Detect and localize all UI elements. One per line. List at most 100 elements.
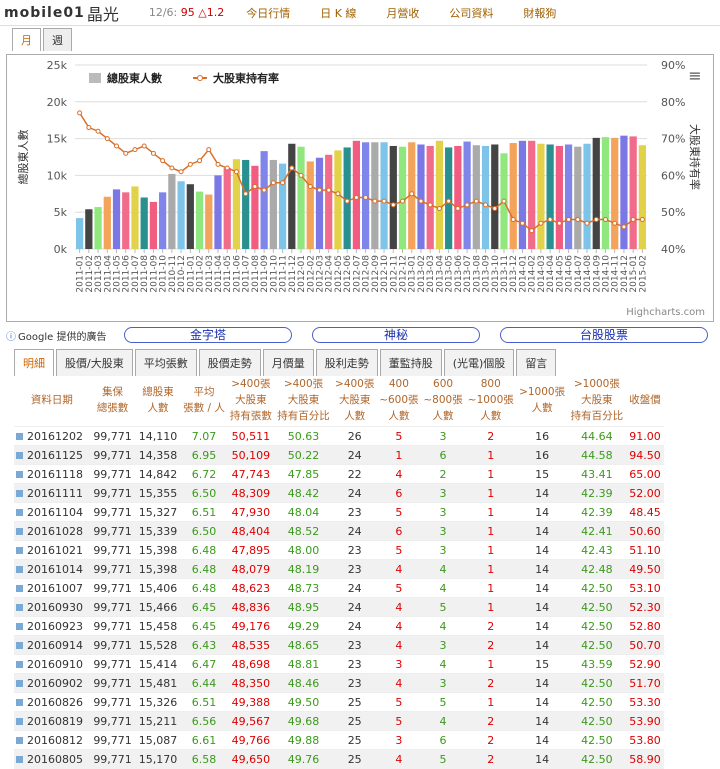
row-date: 20160819 (27, 714, 83, 728)
line-point (289, 165, 295, 171)
quote-change: △1.2 (198, 6, 225, 19)
table-cell: 53.10 (625, 578, 664, 598)
nav-link-0[interactable]: 今日行情 (246, 7, 290, 20)
row-date: 20161014 (27, 562, 83, 576)
table-cell: 48.45 (625, 502, 664, 522)
chart-credit: Highcharts.com (626, 307, 705, 318)
table-cell: 2 (465, 616, 517, 636)
line-point (612, 220, 618, 226)
column-header-4: >400張 大股東 持有張數 (229, 378, 272, 422)
detail-tab-1[interactable]: 股價/大股東 (56, 349, 133, 376)
site-logo[interactable]: mobile01 (4, 5, 85, 21)
detail-tab-4[interactable]: 月價量 (262, 349, 314, 376)
detail-tab-5[interactable]: 股利走勢 (315, 349, 378, 376)
detail-tab-0[interactable]: 明細 (14, 349, 54, 376)
table-cell: 14,842 (135, 464, 181, 484)
detail-tab-2[interactable]: 平均張數 (134, 349, 197, 376)
ad-link-2[interactable]: 神秘 (312, 327, 480, 343)
nav-link-1[interactable]: 日 K 線 (320, 7, 356, 20)
row-date: 20160805 (27, 752, 83, 766)
line-point (436, 206, 442, 212)
table-cell: 48,309 (227, 483, 275, 503)
stock-name: 晶光 (86, 4, 119, 24)
table-cell: 42.50 (567, 749, 626, 769)
line-point (114, 143, 120, 149)
table-cell: 49,388 (227, 692, 275, 712)
chart-container: 25k 90% 20k 80% 15k 70% 10k 60% 5k 50% 0k 40% 總股東人數大… (6, 54, 714, 322)
ad-link-3[interactable]: 台股股票 (500, 327, 708, 343)
chart-tab-0[interactable]: 月 (12, 28, 41, 51)
table-cell: 50.22 (274, 445, 333, 465)
table-row: 20161014 99,771 15,398 6.48 48,079 48.19 23 4 4 1… (14, 559, 664, 579)
table-cell: 15,355 (135, 483, 181, 503)
table-cell: 14 (516, 578, 568, 598)
y-tick-label: 10k (47, 169, 68, 182)
table-cell: 47,895 (227, 540, 275, 560)
table-cell: 6.50 (180, 483, 228, 503)
legend-bar-swatch (89, 73, 101, 83)
ad-link-1[interactable]: 金字塔 (124, 327, 292, 343)
table-cell: 53.80 (625, 730, 664, 750)
chart-tab-1[interactable]: 週 (43, 28, 72, 51)
column-header-3: 平均 張數 / 人 (183, 386, 225, 414)
bar (518, 140, 527, 249)
line-point (492, 206, 498, 212)
nav-link-4[interactable]: 財報狗 (523, 7, 556, 20)
holder-chart: 25k 90%20k 80%15k 70%10k 60%5k 50%0k 40%總股東人數大… (16, 59, 705, 318)
table-cell: 6.48 (180, 559, 228, 579)
detail-tab-3[interactable]: 股價走勢 (198, 349, 261, 376)
table-cell: 14 (516, 749, 568, 769)
table-cell: 2 (465, 673, 517, 693)
line-point (372, 198, 378, 204)
table-cell: 44.58 (567, 445, 626, 465)
table-cell: 49.29 (274, 616, 333, 636)
table-cell: 6.45 (180, 597, 228, 617)
table-cell: 6.56 (180, 711, 228, 731)
table-cell: 15,406 (135, 578, 181, 598)
table-cell: 16 (516, 426, 568, 446)
row-marker-icon (16, 566, 23, 573)
table-cell: 42.39 (567, 502, 626, 522)
table-cell: 99,771 (89, 635, 136, 655)
detail-tab-6[interactable]: 董監持股 (379, 349, 442, 376)
table-cell: 20160826 (14, 692, 90, 712)
table-cell: 42.50 (567, 692, 626, 712)
y2-axis-title: 大股東持有率 (688, 124, 702, 190)
y2-tick-label: 90% (661, 59, 685, 72)
bar (131, 186, 139, 249)
table-cell: 1 (465, 521, 517, 541)
table-cell: 3 (376, 654, 421, 674)
y2-tick-label: 80% (661, 96, 685, 109)
table-cell: 14 (516, 616, 568, 636)
row-marker-icon (16, 699, 23, 706)
line-point (243, 191, 249, 197)
table-cell: 99,771 (89, 692, 136, 712)
detail-tab-7[interactable]: (光電)個股 (443, 349, 515, 376)
row-date: 20161118 (27, 467, 83, 481)
line-point (353, 194, 359, 200)
table-cell: 51.10 (625, 540, 664, 560)
table-cell: 6.47 (180, 654, 228, 674)
table-cell: 99,771 (89, 597, 136, 617)
row-marker-icon (16, 490, 23, 497)
line-point (519, 220, 525, 226)
table-cell: 20160914 (14, 635, 90, 655)
nav-link-2[interactable]: 月營收 (386, 7, 419, 20)
bar (611, 137, 619, 249)
bar (297, 146, 305, 249)
table-cell: 4 (420, 578, 466, 598)
table-cell: 4 (376, 673, 421, 693)
y2-tick-label: 60% (661, 169, 685, 182)
table-cell: 20160930 (14, 597, 90, 617)
row-date: 20160812 (27, 733, 83, 747)
table-cell: 6.44 (180, 673, 228, 693)
table-cell: 42.50 (567, 673, 626, 693)
table-cell: 14 (516, 635, 568, 655)
detail-tab-8[interactable]: 留言 (516, 349, 557, 376)
nav-link-3[interactable]: 公司資料 (449, 7, 493, 20)
table-cell: 99,771 (89, 521, 136, 541)
google-ad-label[interactable]: Google 提供的廣告 (18, 328, 106, 343)
table-cell: 91.00 (625, 426, 664, 446)
line-point (215, 161, 221, 167)
table-cell: 99,771 (89, 445, 136, 465)
